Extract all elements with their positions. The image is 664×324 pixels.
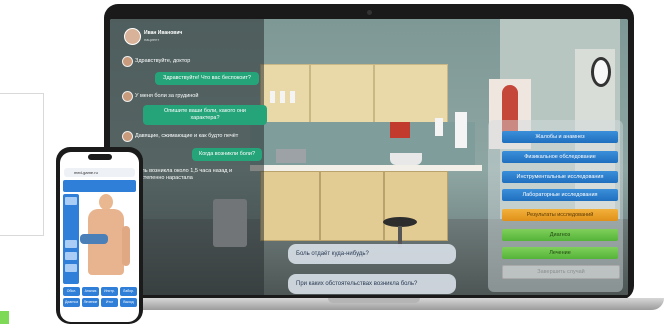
- phone-side-item[interactable]: [65, 252, 77, 260]
- phone-button[interactable]: Обсл.: [63, 287, 80, 296]
- patient-role: пациент: [144, 37, 160, 42]
- patient-arm: [122, 226, 130, 266]
- decor-line-top: [0, 93, 44, 94]
- chat-message-patient: Здравствуйте, доктор: [135, 58, 191, 64]
- phone-button[interactable]: Лабор.: [120, 287, 137, 296]
- phone-button[interactable]: Лечение: [82, 298, 99, 307]
- patient-avatar: [124, 28, 141, 45]
- sink: [390, 153, 422, 165]
- phone-side-item[interactable]: [65, 197, 77, 205]
- message-avatar: [122, 56, 133, 67]
- menu-button-diagnosis[interactable]: Диагноз: [502, 229, 618, 241]
- soap-dispenser: [435, 118, 443, 136]
- lower-cabinet-left: [260, 171, 320, 241]
- patient-name: Иван Иванович: [144, 30, 183, 36]
- decor-line-vertical: [43, 93, 44, 235]
- accent-square: [0, 311, 9, 324]
- menu-button-complaints[interactable]: Жалобы и анамнез: [502, 131, 618, 143]
- chat-message-doctor: Здравствуйте! Что вас беспокоит?: [155, 72, 259, 85]
- phone-top-panel: [63, 180, 136, 192]
- menu-button-physical-exam[interactable]: Физикальное обследование: [502, 151, 618, 163]
- phone-button[interactable]: Выход: [120, 298, 137, 307]
- phone-notch: [88, 154, 112, 160]
- menu-button-laboratory[interactable]: Лабораторные исследования: [502, 189, 618, 201]
- upper-cabinet-right: [374, 64, 448, 124]
- phone-url[interactable]: med-game.ru: [74, 170, 98, 175]
- lower-cabinet-right: [384, 171, 448, 241]
- phone-button[interactable]: Анализ: [82, 287, 99, 296]
- wall-clock-icon: [591, 57, 611, 87]
- phone-side-item[interactable]: [65, 264, 77, 272]
- chat-message-patient: Давящие, сжимающие и как будто печёт: [135, 133, 239, 139]
- patient-head: [99, 194, 113, 210]
- phone-screen: med-game.ru Обсл. Анализ Инстр. Лабор. Д…: [60, 152, 139, 322]
- question-option[interactable]: При каких обстоятельствах возникла боль?: [288, 274, 456, 294]
- phone-side-item[interactable]: [65, 240, 77, 248]
- message-avatar: [122, 131, 133, 142]
- paper-towel: [455, 112, 467, 148]
- menu-button-instrumental[interactable]: Инструментальные исследования: [502, 171, 618, 183]
- chat-message-patient: У меня боли за грудиной: [135, 93, 199, 99]
- laptop-notch: [328, 298, 420, 303]
- menu-button-finish: Завершить случай: [502, 265, 620, 279]
- menu-button-treatment[interactable]: Лечение: [502, 247, 618, 259]
- chat-message-patient: Боль возникла около 1,5 часа назад и пос…: [135, 168, 233, 181]
- laptop-camera: [367, 10, 372, 15]
- upper-cabinet-middle: [310, 64, 374, 124]
- chat-message-doctor: Опишите ваши боли, какого они характера?: [143, 105, 267, 125]
- canisters: [276, 149, 306, 163]
- doctor-arm: [80, 234, 108, 244]
- sharps-container: [390, 122, 410, 138]
- message-avatar: [122, 91, 133, 102]
- upper-cabinet-left: [260, 64, 310, 124]
- phone-button[interactable]: Итог: [101, 298, 118, 307]
- question-option[interactable]: Боль отдаёт куда-нибудь?: [288, 244, 456, 264]
- jar-2: [280, 91, 285, 103]
- phone-button[interactable]: Инстр.: [101, 287, 118, 296]
- decor-line-bottom: [0, 235, 44, 236]
- menu-button-results[interactable]: Результаты исследований: [502, 209, 618, 221]
- jar-3: [290, 91, 295, 103]
- chat-message-doctor: Когда возникли боли?: [192, 148, 262, 161]
- lower-cabinet-drawers: [320, 171, 384, 241]
- phone-button[interactable]: Диагноз: [63, 298, 80, 307]
- jar-1: [270, 91, 275, 103]
